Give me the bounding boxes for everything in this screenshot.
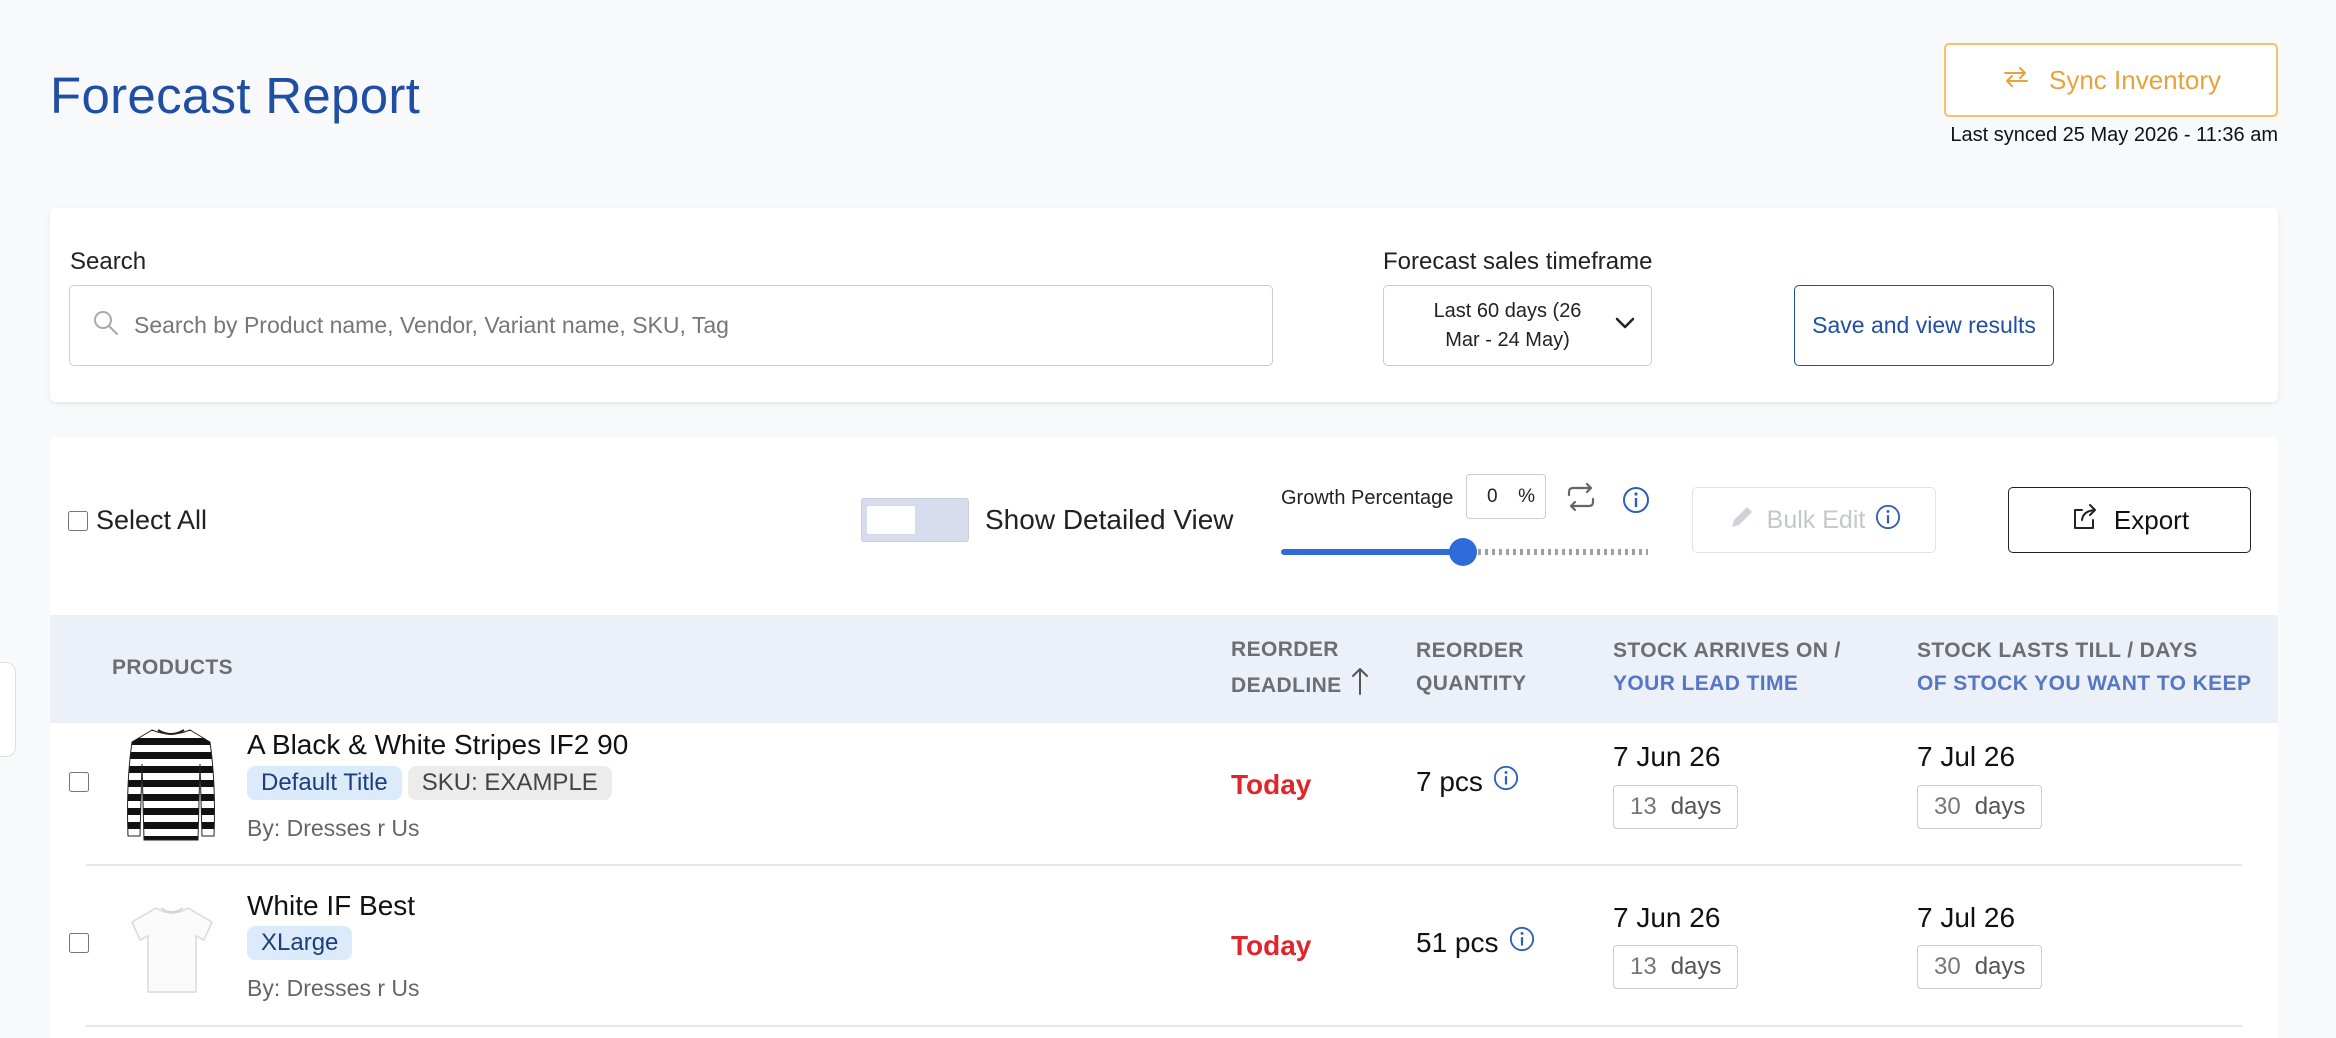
keep-days-input[interactable]: 30 days [1917,785,2042,829]
toggle-knob [867,506,915,534]
stock-lasts-date: 7 Jul 26 [1917,741,2016,772]
product-vendor: By: Dresses r Us [247,975,420,1001]
select-all[interactable]: Select All [68,505,207,536]
side-panel-tab[interactable] [0,662,16,757]
search-icon [92,309,120,342]
growth-slider-thumb[interactable] [1449,538,1477,566]
product-vendor: By: Dresses r Us [247,815,420,841]
growth-slider-fill [1281,549,1465,555]
select-all-label: Select All [96,505,208,535]
pencil-icon [1727,502,1757,539]
product-name[interactable]: White IF Best [247,890,415,922]
quantity-info-icon[interactable] [1493,765,1519,798]
export-label: Export [2113,504,2190,535]
export-icon [2070,502,2100,539]
export-button[interactable]: Export [2008,487,2251,553]
keep-days-input[interactable]: 30 days [1917,945,2042,989]
product-name[interactable]: A Black & White Stripes IF2 90 [247,729,628,761]
forecast-timeframe-value: Last 60 days (26 Mar - 24 May) [1433,299,1582,351]
column-reorder-quantity[interactable]: REORDER QUANTITY [1416,634,1527,700]
reset-growth-icon[interactable] [1564,482,1598,517]
search-label: Search [70,248,147,275]
last-synced-text: Last synced 25 May 2026 - 11:36 am [1950,124,2278,146]
column-reorder-deadline[interactable]: REORDER DEADLINE [1231,633,1370,706]
product-thumbnail-white-tshirt [128,900,216,996]
sync-inventory-button[interactable]: Sync Inventory [1944,43,2278,117]
row-checkbox[interactable] [69,933,89,953]
product-thumbnail-striped-shirt [122,724,220,846]
save-and-view-results-button[interactable]: Save and view results [1794,285,2054,366]
stock-lasts-date: 7 Jul 26 [1917,902,2016,933]
reorder-deadline: Today [1231,769,1312,800]
stock-arrives-date: 7 Jun 26 [1613,741,1721,772]
column-stock-arrives[interactable]: STOCK ARRIVES ON / YOUR LEAD TIME [1613,634,1841,700]
bulk-edit-label: Bulk Edit [1766,505,1866,534]
reorder-deadline: Today [1231,930,1312,961]
select-all-checkbox[interactable] [68,510,88,531]
bulk-edit-info-icon [1875,504,1901,537]
sku-badge: SKU: EXAMPLE [407,766,612,800]
sort-arrow-up-icon[interactable] [1350,666,1370,706]
chevron-down-icon [1613,315,1637,336]
variant-badge: XLarge [247,926,353,960]
page-title: Forecast Report [50,67,421,124]
detailed-view-toggle[interactable] [861,498,969,542]
variant-badge: Default Title [247,766,402,800]
lead-time-input[interactable]: 13 days [1613,945,1738,989]
sync-inventory-label: Sync Inventory [2049,64,2221,95]
row-divider [86,864,2242,866]
growth-info-icon[interactable] [1622,486,1650,519]
product-tags: Default Title SKU: EXAMPLE [247,766,618,800]
quantity-info-icon[interactable] [1509,926,1535,959]
product-tags: XLarge [247,926,358,960]
lead-time-input[interactable]: 13 days [1613,785,1738,829]
search-input[interactable] [134,312,1272,339]
column-products[interactable]: PRODUCTS [112,651,233,684]
detailed-view-label: Show Detailed View [985,504,1234,535]
forecast-timeframe-select[interactable]: Last 60 days (26 Mar - 24 May) [1383,285,1652,366]
column-stock-lasts[interactable]: STOCK LASTS TILL / DAYS OF STOCK YOU WAN… [1917,634,2251,700]
growth-slider-track[interactable] [1478,549,1648,555]
percent-unit: % [1518,485,1535,507]
growth-percentage-label: Growth Percentage [1281,487,1454,509]
growth-percentage-input[interactable]: 0 % [1466,474,1546,519]
stock-arrives-date: 7 Jun 26 [1613,902,1721,933]
sync-icon [2001,65,2031,96]
bulk-edit-button[interactable]: Bulk Edit [1692,487,1936,553]
row-divider [86,1025,2242,1027]
row-checkbox[interactable] [69,772,89,792]
forecast-timeframe-label: Forecast sales timeframe [1383,248,1653,275]
search-field[interactable] [69,285,1273,366]
reorder-quantity: 51 pcs [1416,926,1535,959]
reorder-quantity: 7 pcs [1416,765,1519,798]
